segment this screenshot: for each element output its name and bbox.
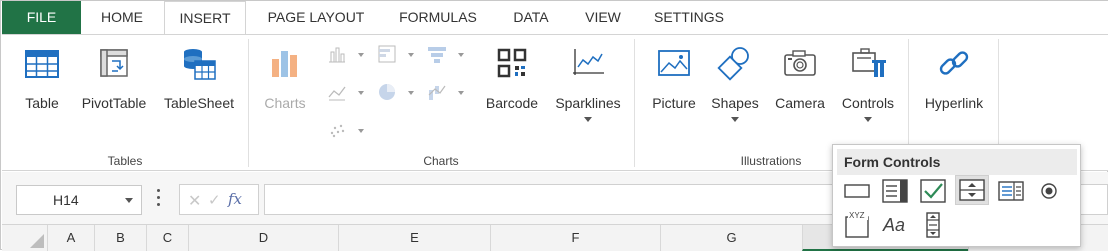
controls-icon xyxy=(852,48,886,77)
option-button-control-icon[interactable] xyxy=(1032,176,1066,206)
controls-label: Controls xyxy=(841,95,895,111)
shapes-caret xyxy=(731,117,739,122)
scroll-bar-control-icon[interactable] xyxy=(916,209,950,239)
controls-caret xyxy=(864,117,872,122)
camera-label: Camera xyxy=(775,95,825,111)
charts-button: Charts xyxy=(258,35,312,145)
tab-view[interactable]: VIEW xyxy=(571,1,635,34)
cancel-icon[interactable]: ✕ xyxy=(188,191,201,211)
name-box[interactable]: H14 xyxy=(16,185,142,215)
form-controls-title: Form Controls xyxy=(837,149,1077,175)
charts-group-label: Charts xyxy=(423,154,459,168)
sparklines-label: Sparklines xyxy=(555,95,621,111)
group-box-control-icon[interactable]: XYZ xyxy=(840,209,874,239)
list-box-control-icon[interactable] xyxy=(878,176,912,206)
pie-chart-caret xyxy=(408,91,414,95)
form-controls-popup: Form Controls XYZ Aa xyxy=(832,144,1081,247)
table-sheet-icon xyxy=(184,49,216,80)
name-box-value: H14 xyxy=(53,192,79,208)
ribbon-tab-bar: FILE HOME INSERT PAGE LAYOUT FORMULAS DA… xyxy=(1,1,1108,35)
column-header-a[interactable]: A xyxy=(47,225,94,251)
pivot-table-label: PivotTable xyxy=(81,95,147,111)
hyperlink-button[interactable]: Hyperlink xyxy=(916,35,992,145)
picture-icon xyxy=(658,50,690,76)
pie-chart-icon xyxy=(379,84,395,100)
tab-file[interactable]: FILE xyxy=(2,1,81,34)
tables-group-label: Tables xyxy=(107,154,143,168)
tab-insert[interactable]: INSERT xyxy=(164,1,246,35)
sparklines-icon xyxy=(573,49,604,75)
line-chart-icon xyxy=(328,86,346,101)
shapes-button[interactable]: Shapes xyxy=(706,35,764,160)
tab-home[interactable]: HOME xyxy=(85,1,159,34)
barcode-icon xyxy=(497,48,527,78)
select-all-corner[interactable] xyxy=(2,225,47,251)
column-header-f[interactable]: F xyxy=(490,225,660,251)
bar-chart-icon xyxy=(378,45,396,63)
column-header-d[interactable]: D xyxy=(188,225,338,251)
column-chart-icon xyxy=(329,47,345,63)
label-glyph: Aa xyxy=(882,215,905,235)
charts-label: Charts xyxy=(264,95,306,111)
column-header-g[interactable]: G xyxy=(660,225,802,251)
waterfall-chart-icon xyxy=(428,85,446,100)
picture-button[interactable]: Picture xyxy=(644,35,704,145)
group-box-glyph: XYZ xyxy=(849,211,865,220)
formula-buttons: ✕ ✓ fx xyxy=(179,184,259,215)
barcode-label: Barcode xyxy=(485,95,539,111)
sparklines-caret xyxy=(584,117,592,122)
sparklines-button[interactable]: Sparklines xyxy=(550,35,626,160)
check-box-control-icon[interactable] xyxy=(916,176,950,206)
tab-formulas[interactable]: FORMULAS xyxy=(385,1,491,34)
column-header-b[interactable]: B xyxy=(94,225,146,251)
group-divider xyxy=(248,39,249,167)
tab-settings[interactable]: SETTINGS xyxy=(641,1,737,34)
column-header-c[interactable]: C xyxy=(146,225,188,251)
scatter-chart-icon xyxy=(330,124,345,138)
funnel-chart-caret xyxy=(458,53,464,57)
table-label: Table xyxy=(25,95,59,111)
picture-label: Picture xyxy=(652,95,696,111)
shapes-icon xyxy=(717,47,749,81)
charts-icon xyxy=(272,51,297,77)
enter-icon[interactable]: ✓ xyxy=(208,191,221,209)
pivot-table-button[interactable]: PivotTable xyxy=(78,35,150,145)
button-control-icon[interactable] xyxy=(840,176,874,206)
column-chart-caret xyxy=(358,53,364,57)
spin-button-control-icon[interactable] xyxy=(955,175,989,205)
combo-box-control-icon[interactable] xyxy=(994,176,1028,206)
column-header-e[interactable]: E xyxy=(338,225,490,251)
tab-page-layout[interactable]: PAGE LAYOUT xyxy=(251,1,381,34)
line-chart-caret xyxy=(358,91,364,95)
controls-button[interactable]: Controls xyxy=(834,35,902,160)
chevron-down-icon[interactable] xyxy=(125,198,133,203)
bar-chart-caret xyxy=(408,53,414,57)
table-button[interactable]: Table xyxy=(12,35,72,145)
insert-function-icon[interactable]: fx xyxy=(228,190,242,208)
barcode-button[interactable]: Barcode xyxy=(480,35,544,145)
camera-button[interactable]: Camera xyxy=(770,35,830,145)
group-divider xyxy=(634,39,635,167)
table-sheet-label: TableSheet xyxy=(163,95,235,111)
table-sheet-button[interactable]: TableSheet xyxy=(160,35,238,145)
funnel-chart-icon xyxy=(428,47,446,63)
more-options-icon[interactable] xyxy=(157,189,161,209)
scatter-chart-caret xyxy=(358,129,364,133)
label-control-icon[interactable]: Aa xyxy=(878,209,912,239)
waterfall-chart-caret xyxy=(458,91,464,95)
spreadsheet-window: FILE HOME INSERT PAGE LAYOUT FORMULAS DA… xyxy=(0,0,1108,251)
hyperlink-icon xyxy=(939,51,969,75)
tab-data[interactable]: DATA xyxy=(495,1,567,34)
hyperlink-label: Hyperlink xyxy=(924,95,984,111)
pivot-table-icon xyxy=(100,49,128,77)
shapes-label: Shapes xyxy=(711,95,759,111)
camera-icon xyxy=(784,50,816,76)
table-icon xyxy=(25,50,59,78)
